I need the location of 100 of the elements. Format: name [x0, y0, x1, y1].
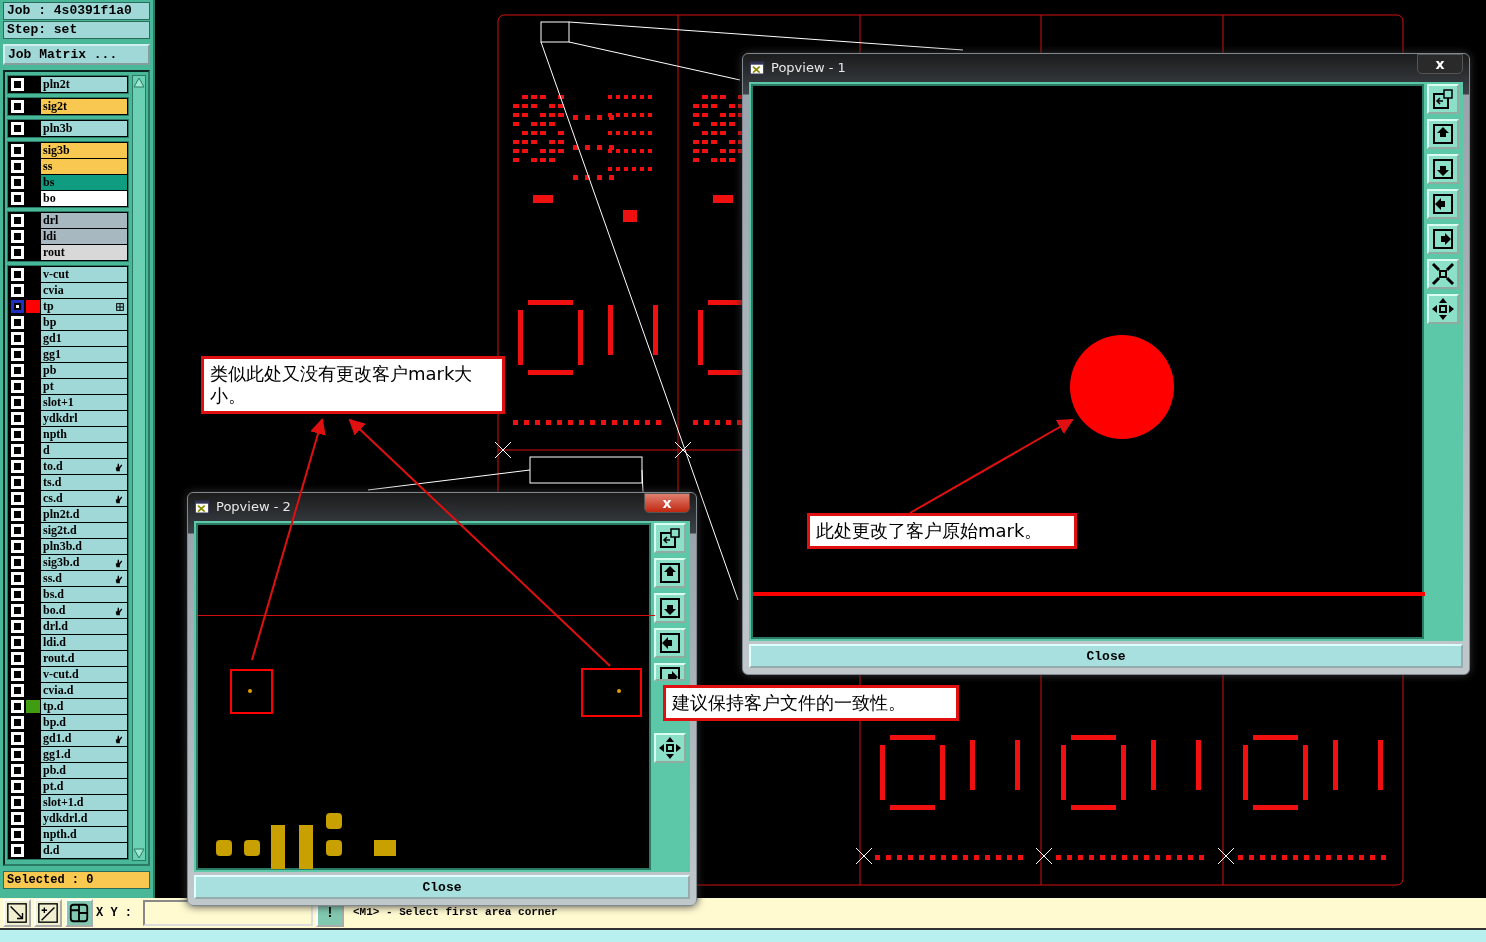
- scroll-up-icon[interactable]: [133, 76, 145, 88]
- restore-icon: [658, 526, 682, 550]
- shrink-icon: [1431, 262, 1455, 286]
- toolbar-button[interactable]: [654, 628, 686, 658]
- layer-item[interactable]: bo: [41, 191, 127, 206]
- close-button[interactable]: x: [1417, 54, 1463, 74]
- left-icon: [1431, 192, 1455, 216]
- job-label: Job : 4s0391f1a0: [3, 2, 150, 20]
- layer-item[interactable]: d: [41, 443, 127, 458]
- layer-item[interactable]: cs.d: [41, 491, 127, 506]
- hand-icon: [114, 605, 124, 616]
- toolbar-button[interactable]: [1427, 224, 1459, 254]
- layer-item[interactable]: gg1.d: [41, 747, 127, 762]
- expand-icon: [658, 736, 682, 760]
- close-button[interactable]: Close: [749, 644, 1463, 668]
- layer-item[interactable]: sig3b.d: [41, 555, 127, 570]
- layer-checkbox[interactable]: [11, 300, 24, 313]
- mark-highlight: [581, 668, 642, 717]
- job-matrix-button[interactable]: Job Matrix ...: [3, 44, 150, 65]
- layer-item[interactable]: gd1.d: [41, 731, 127, 746]
- layer-item[interactable]: d.d: [41, 843, 127, 858]
- close-button[interactable]: Close: [194, 875, 690, 899]
- toolbar-button[interactable]: [654, 663, 686, 681]
- window-title: Popview - 2: [216, 498, 291, 517]
- layer-item[interactable]: cvia: [41, 283, 127, 298]
- layer-item[interactable]: pln2t: [41, 77, 127, 92]
- layer-item[interactable]: ss.d: [41, 571, 127, 586]
- cross-mark: [1035, 847, 1053, 865]
- toolbar-button[interactable]: [654, 733, 686, 763]
- layer-item[interactable]: pt: [41, 379, 127, 394]
- layer-item[interactable]: ldi: [41, 229, 127, 244]
- status-message: <M1> - Select first area corner: [352, 905, 558, 920]
- layer-item[interactable]: npth.d: [41, 827, 127, 842]
- layer-item[interactable]: ts.d: [41, 475, 127, 490]
- layer-item[interactable]: sig3b: [41, 143, 127, 158]
- restore-icon: [1431, 87, 1455, 111]
- toolbar-button[interactable]: [1427, 294, 1459, 324]
- left-icon: [658, 631, 682, 655]
- layer-item[interactable]: v-cut: [41, 267, 127, 282]
- layer-item[interactable]: bp.d: [41, 715, 127, 730]
- toolbar-button[interactable]: [654, 558, 686, 588]
- hand-icon: [114, 557, 124, 568]
- layer-item[interactable]: ydkdrl.d: [41, 811, 127, 826]
- close-button[interactable]: x: [644, 493, 690, 513]
- layer-item[interactable]: rout.d: [41, 651, 127, 666]
- scrollbar[interactable]: [132, 75, 146, 861]
- layer-item[interactable]: to.d: [41, 459, 127, 474]
- cross-mark: [674, 441, 692, 459]
- layer-item[interactable]: pt.d: [41, 779, 127, 794]
- layer-item[interactable]: sig2t: [41, 99, 127, 114]
- toolbar-button[interactable]: [1427, 84, 1459, 114]
- layer-item[interactable]: bo.d: [41, 603, 127, 618]
- selected-count: Selected : 0: [3, 871, 150, 889]
- layer-item[interactable]: pln2t.d: [41, 507, 127, 522]
- layer-item[interactable]: pln3b: [41, 121, 127, 136]
- layer-item[interactable]: pb.d: [41, 763, 127, 778]
- expand-icon: [1431, 297, 1455, 321]
- layer-item[interactable]: slot+1: [41, 395, 127, 410]
- layer-item[interactable]: sig2t.d: [41, 523, 127, 538]
- scroll-down-icon[interactable]: [133, 848, 145, 860]
- window-title: Popview - 1: [771, 59, 846, 78]
- annotation-callout: 此处更改了客户原始mark。: [807, 513, 1077, 549]
- layer-item[interactable]: ldi.d: [41, 635, 127, 650]
- layer-item[interactable]: bp: [41, 315, 127, 330]
- toolbar-button[interactable]: [1427, 154, 1459, 184]
- layer-item[interactable]: cvia.d: [41, 683, 127, 698]
- toolbar-button[interactable]: [1427, 259, 1459, 289]
- hand-icon: [114, 733, 124, 744]
- layer-item[interactable]: gg1: [41, 347, 127, 362]
- app-icon: [194, 499, 210, 515]
- up-icon: [1431, 122, 1455, 146]
- hand-icon: [114, 573, 124, 584]
- layer-item[interactable]: npth: [41, 427, 127, 442]
- layer-item[interactable]: drl: [41, 213, 127, 228]
- step-label: Step: set: [3, 21, 150, 39]
- down-icon: [1431, 157, 1455, 181]
- layer-item[interactable]: bs: [41, 175, 127, 190]
- toolbar-button[interactable]: [1427, 189, 1459, 219]
- layer-item[interactable]: pln3b.d: [41, 539, 127, 554]
- layer-item[interactable]: v-cut.d: [41, 667, 127, 682]
- toolbar-button[interactable]: [1427, 119, 1459, 149]
- layer-item[interactable]: gd1: [41, 331, 127, 346]
- measure-icon: [37, 902, 59, 924]
- layer-item[interactable]: ss: [41, 159, 127, 174]
- window-icon: [68, 902, 90, 924]
- cross-mark: [855, 847, 873, 865]
- layer-item[interactable]: slot+1.d: [41, 795, 127, 810]
- layer-item[interactable]: tp: [41, 299, 127, 314]
- layer-item[interactable]: rout: [41, 245, 127, 260]
- right-icon: [1431, 227, 1455, 251]
- layer-item[interactable]: tp.d: [41, 699, 127, 714]
- layer-item[interactable]: drl.d: [41, 619, 127, 634]
- cross-mark: [1217, 847, 1235, 865]
- toolbar-button[interactable]: [654, 593, 686, 623]
- toolbar-button[interactable]: [654, 523, 686, 553]
- layer-item[interactable]: ydkdrl: [41, 411, 127, 426]
- layer-item[interactable]: bs.d: [41, 587, 127, 602]
- layer-item[interactable]: pb: [41, 363, 127, 378]
- down-icon: [658, 596, 682, 620]
- hand-icon: [114, 461, 124, 472]
